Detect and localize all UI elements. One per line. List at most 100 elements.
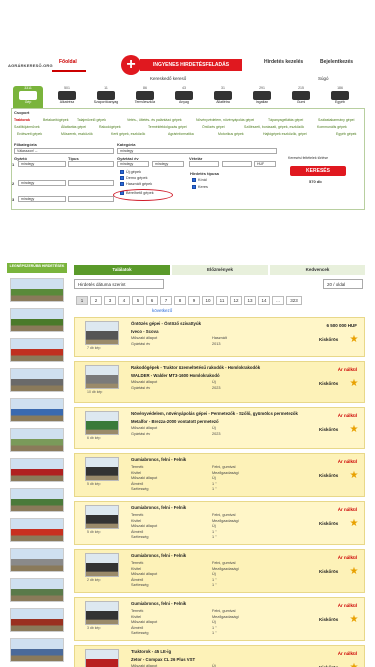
page-button[interactable]: 12: [230, 296, 242, 305]
currency-select[interactable]: HUF: [254, 161, 276, 167]
listing-title[interactable]: Traktorok - 45 LE-ig: [131, 649, 171, 654]
checkbox-icon[interactable]: [192, 178, 196, 182]
ad-type-checkbox[interactable]: Keres: [192, 185, 208, 189]
subcategory-link[interactable]: Erdészeti gépek: [17, 131, 42, 137]
favorite-star-icon[interactable]: ★: [349, 615, 359, 625]
listing-card[interactable]: 5 db kép Gumiabroncs, felni - Felnik Termé…: [74, 453, 365, 497]
subcategory-link[interactable]: Kommunális gépek: [317, 124, 347, 130]
price-to-input[interactable]: [222, 161, 252, 167]
condition-checkbox[interactable]: Használt gépek: [120, 182, 152, 186]
listing-title[interactable]: Növényvédelem, növényápolás gépei - Perm…: [131, 411, 298, 416]
favorite-star-icon[interactable]: ★: [349, 425, 359, 435]
free-ad-button[interactable]: INGYENES HIRDETÉSFELADÁS: [140, 59, 242, 71]
listing-thumbnail[interactable]: [85, 457, 119, 481]
subcategory-link[interactable]: Motorikus gépek: [218, 131, 244, 137]
checkbox-icon[interactable]: [192, 185, 196, 189]
sort-select[interactable]: Hirdetés dátuma szerint: [74, 279, 164, 289]
dealer-search-link[interactable]: Kereskedő kereső: [150, 76, 186, 81]
subcategory-link[interactable]: Szállítójárművek: [14, 124, 40, 130]
condition-checkbox[interactable]: Új gépek: [120, 170, 141, 174]
main-category-select[interactable]: Válasszon! --: [14, 148, 114, 154]
sidebar-thumbnail[interactable]: [10, 398, 64, 422]
nav-login[interactable]: Bejelentkezés: [320, 59, 353, 65]
page-button[interactable]: 9: [188, 296, 200, 305]
subcategory-link[interactable]: Talajművelő gépek: [77, 117, 106, 123]
type-input-2[interactable]: [68, 180, 114, 186]
sidebar-thumbnail[interactable]: [10, 338, 64, 362]
category-tab-1[interactable]: 501 Alkatrész: [52, 86, 82, 108]
page-button[interactable]: 5: [132, 296, 144, 305]
sidebar-thumbnail[interactable]: [10, 278, 64, 302]
listing-card[interactable]: 5 db képTraktorok - 45 LE-igZetor - Comp…: [74, 645, 365, 667]
brand-select-3[interactable]: mindegy: [18, 196, 66, 202]
listing-subtitle[interactable]: Zetor - Compax CL 26 Plus VST: [131, 657, 195, 662]
subcategory-link[interactable]: Betakarítógépek: [43, 117, 69, 123]
listing-title[interactable]: Rakodógépek - Traktor üzemeltetésű rakod…: [131, 365, 260, 370]
category-tab-5[interactable]: 31 Állatlétra: [208, 86, 238, 108]
subcategory-link[interactable]: Vetés-, ültetés- és palántázó gépek: [127, 117, 182, 123]
brand-select-1[interactable]: mindegy: [18, 161, 66, 167]
price-from-input[interactable]: [189, 161, 219, 167]
subcategory-link[interactable]: Termékfeldolgozás gépei: [148, 124, 187, 130]
listing-card[interactable]: 6 db kép Növényvédelem, növényápolás gépe…: [74, 407, 365, 449]
listing-card[interactable]: 10 db kép Rakodógépek - Traktor üzemeltet…: [74, 361, 365, 403]
listing-thumbnail[interactable]: [85, 321, 119, 345]
favorite-star-icon[interactable]: ★: [349, 471, 359, 481]
subcategory-link[interactable]: Kerti gépek, eszközök: [111, 131, 145, 137]
listing-title[interactable]: Gumiabroncs, felni - Felnik: [131, 505, 186, 510]
page-button[interactable]: 1: [76, 296, 88, 305]
page-button[interactable]: 3: [104, 296, 116, 305]
listing-title[interactable]: Öntözés gépei - Öntöző szivattyúk: [131, 321, 201, 326]
subcategory-link[interactable]: Traktorok: [14, 117, 30, 123]
sidebar-thumbnail[interactable]: [10, 368, 64, 392]
brand-select-2[interactable]: mindegy: [18, 180, 66, 186]
page-button[interactable]: 6: [146, 296, 158, 305]
per-page-select[interactable]: 20 / oldal: [323, 279, 363, 289]
subcategory-link[interactable]: Tápanyagellátás gépei: [268, 117, 303, 123]
type-input-3[interactable]: [68, 196, 114, 202]
listing-card[interactable]: 7 db kép Öntözés gépei - Öntöző szivattyú…: [74, 317, 365, 357]
sidebar-thumbnail[interactable]: [10, 518, 64, 542]
condition-checkbox[interactable]: Demo gépek: [120, 176, 148, 180]
subcategory-link[interactable]: Növényvédelem, növényápolás gépei: [196, 117, 254, 123]
page-button[interactable]: 14: [258, 296, 270, 305]
subcategory-link[interactable]: Állattartás gépei: [61, 124, 86, 130]
page-button[interactable]: 323: [286, 296, 302, 305]
category-tab-7[interactable]: 215 Gumi: [286, 86, 316, 108]
subcategory-link[interactable]: Szálastakarmány gépei: [318, 117, 354, 123]
help-link[interactable]: Súgó: [318, 76, 329, 81]
listing-thumbnail[interactable]: [85, 553, 119, 577]
listing-title[interactable]: Gumiabroncs, felni - Felnik: [131, 457, 186, 462]
subcategory-link[interactable]: Egyéb gépek: [336, 131, 356, 137]
category-select[interactable]: mindegy: [117, 148, 277, 154]
listing-subtitle[interactable]: WALDER - Walder MT3-1600 Homlokrakodó: [131, 373, 220, 378]
page-button[interactable]: 10: [202, 296, 214, 305]
sidebar-thumbnail[interactable]: [10, 578, 64, 602]
sidebar-thumbnail[interactable]: [10, 488, 64, 512]
category-tab-4[interactable]: 43 Anyag: [169, 86, 199, 108]
checkbox-icon[interactable]: [120, 182, 124, 186]
category-tab-0[interactable]: 3311 Gép: [13, 86, 43, 108]
page-button[interactable]: 13: [244, 296, 256, 305]
year-from-select[interactable]: mindegy: [117, 161, 149, 167]
favorite-star-icon[interactable]: ★: [349, 335, 359, 345]
subcategory-link[interactable]: Hajtógépek eszközök, gépei: [263, 131, 307, 137]
favorite-star-icon[interactable]: ★: [349, 379, 359, 389]
search-button[interactable]: KERESÉS: [290, 166, 346, 176]
category-tab-6[interactable]: 291 Ingatlan: [247, 86, 277, 108]
page-button[interactable]: ...: [272, 296, 284, 305]
page-button[interactable]: 11: [216, 296, 228, 305]
checkbox-icon[interactable]: [120, 176, 124, 180]
tab-2[interactable]: Kedvencek: [270, 265, 365, 275]
page-button[interactable]: 8: [174, 296, 186, 305]
listing-subtitle[interactable]: Iveco - Scova: [131, 329, 158, 334]
favorite-star-icon[interactable]: ★: [349, 519, 359, 529]
category-tab-8[interactable]: 186 Egyéb: [325, 86, 355, 108]
type-input-1[interactable]: [68, 161, 114, 167]
subcategory-link[interactable]: Műszerek, eszközök: [61, 131, 93, 137]
page-button[interactable]: 7: [160, 296, 172, 305]
page-button[interactable]: 4: [118, 296, 130, 305]
listing-title[interactable]: Gumiabroncs, felni - Felnik: [131, 553, 186, 558]
listing-subtitle[interactable]: Metalfor - Brezza-2000 vontatott permete…: [131, 419, 219, 424]
checkbox-icon[interactable]: [120, 170, 124, 174]
